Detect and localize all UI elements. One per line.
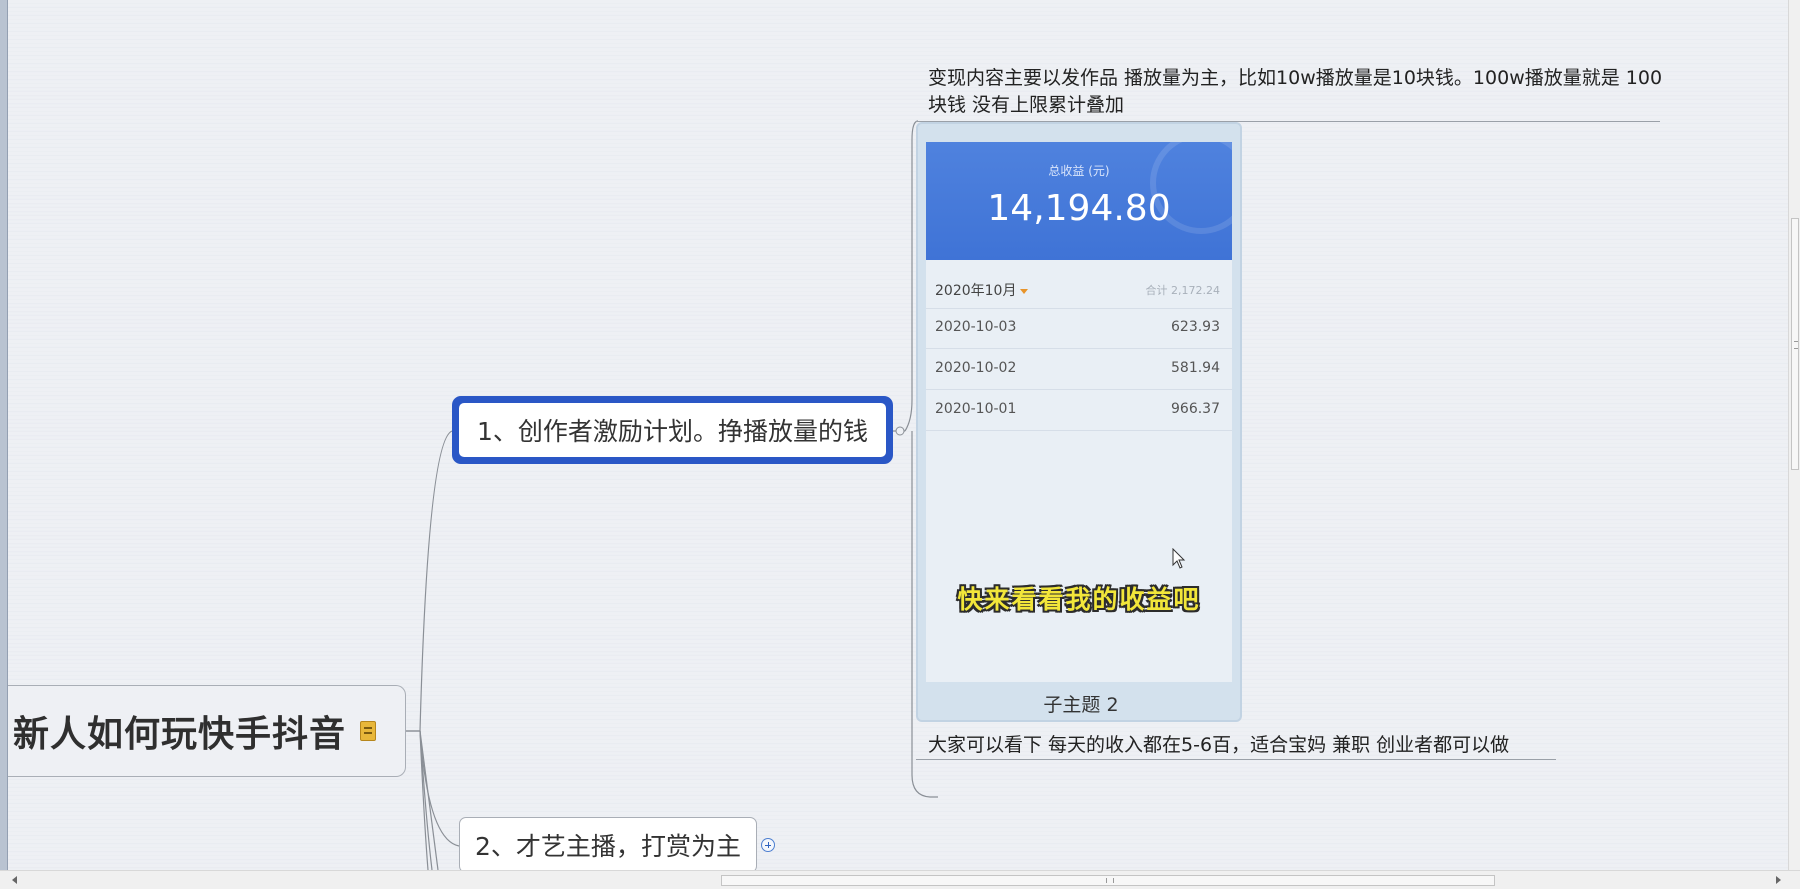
window-left-border: [0, 0, 8, 888]
vertical-scrollbar[interactable]: [1788, 0, 1800, 870]
connector-root-extra-3: [419, 730, 439, 871]
total-earnings-value: 14,194.80: [987, 188, 1171, 229]
horizontal-scrollbar[interactable]: [0, 870, 1800, 889]
record-amount: 966.37: [1171, 401, 1220, 417]
mouse-cursor-icon: [1172, 548, 1186, 569]
topic-talent-streamer-label: 2、才艺主播，打赏为主: [475, 832, 741, 861]
note-icon[interactable]: [360, 721, 377, 741]
earnings-record: 2020-10-01 966.37: [926, 390, 1232, 431]
plus-circle-icon[interactable]: [761, 838, 775, 852]
subtopic-note-bottom-underline: [916, 759, 1556, 760]
connector-root-topic2: [406, 730, 460, 847]
month-text: 2020年10月: [935, 283, 1017, 299]
grip-icon: [1794, 341, 1798, 349]
overlay-caption: 快来看看我的收益吧: [957, 585, 1201, 614]
topic-creator-incentive[interactable]: 1、创作者激励计划。挣播放量的钱: [452, 396, 893, 464]
month-row: 2020年10月 合计 2,172.24: [926, 272, 1232, 309]
arrow-right-icon[interactable]: [1776, 876, 1781, 884]
record-date: 2020-10-01: [935, 401, 1017, 417]
earnings-record: 2020-10-02 581.94: [926, 349, 1232, 390]
image-subtopic[interactable]: 总收益 (元) 14,194.80 2020年10月 合计 2,172.24 2…: [916, 122, 1242, 722]
image-subtopic-label: 子主题 2: [1043, 694, 1119, 716]
subtopic-note-top[interactable]: 变现内容主要以发作品 播放量为主，比如10w播放量是10块钱。100w播放量就是…: [928, 65, 1664, 119]
caret-down-icon: [1020, 288, 1029, 294]
connector-root-topic1: [406, 430, 453, 732]
topic-creator-incentive-label: 1、创作者激励计划。挣播放量的钱: [459, 403, 886, 457]
grip-icon: [1106, 878, 1114, 883]
topic-talent-streamer[interactable]: 2、才艺主播，打赏为主: [459, 817, 757, 873]
record-date: 2020-10-03: [935, 319, 1017, 335]
record-amount: 581.94: [1171, 360, 1220, 376]
topic1-collapse-handle: [895, 426, 905, 436]
record-date: 2020-10-02: [935, 360, 1017, 376]
root-topic[interactable]: 新人如何玩快手抖音: [8, 685, 406, 777]
total-earnings-label: 总收益 (元): [1048, 164, 1110, 178]
month-label: 2020年10月: [935, 280, 1029, 300]
connector-root-extra-1: [419, 730, 433, 871]
record-amount: 623.93: [1171, 319, 1220, 335]
month-total: 合计 2,172.24: [1145, 284, 1220, 297]
arrow-left-icon[interactable]: [12, 876, 17, 884]
earnings-header: 总收益 (元) 14,194.80: [926, 142, 1232, 260]
earnings-record: 2020-10-03 623.93: [926, 308, 1232, 349]
horizontal-scrollbar-thumb[interactable]: [721, 875, 1495, 886]
connector-root-extra-2: [419, 730, 429, 871]
earnings-screenshot: 总收益 (元) 14,194.80 2020年10月 合计 2,172.24 2…: [926, 142, 1232, 682]
root-topic-label: 新人如何玩快手抖音: [13, 714, 347, 755]
vertical-scrollbar-thumb[interactable]: [1791, 218, 1799, 470]
subtopic-note-bottom[interactable]: 大家可以看下 每天的收入都在5-6百，适合宝妈 兼职 创业者都可以做: [928, 730, 1509, 757]
